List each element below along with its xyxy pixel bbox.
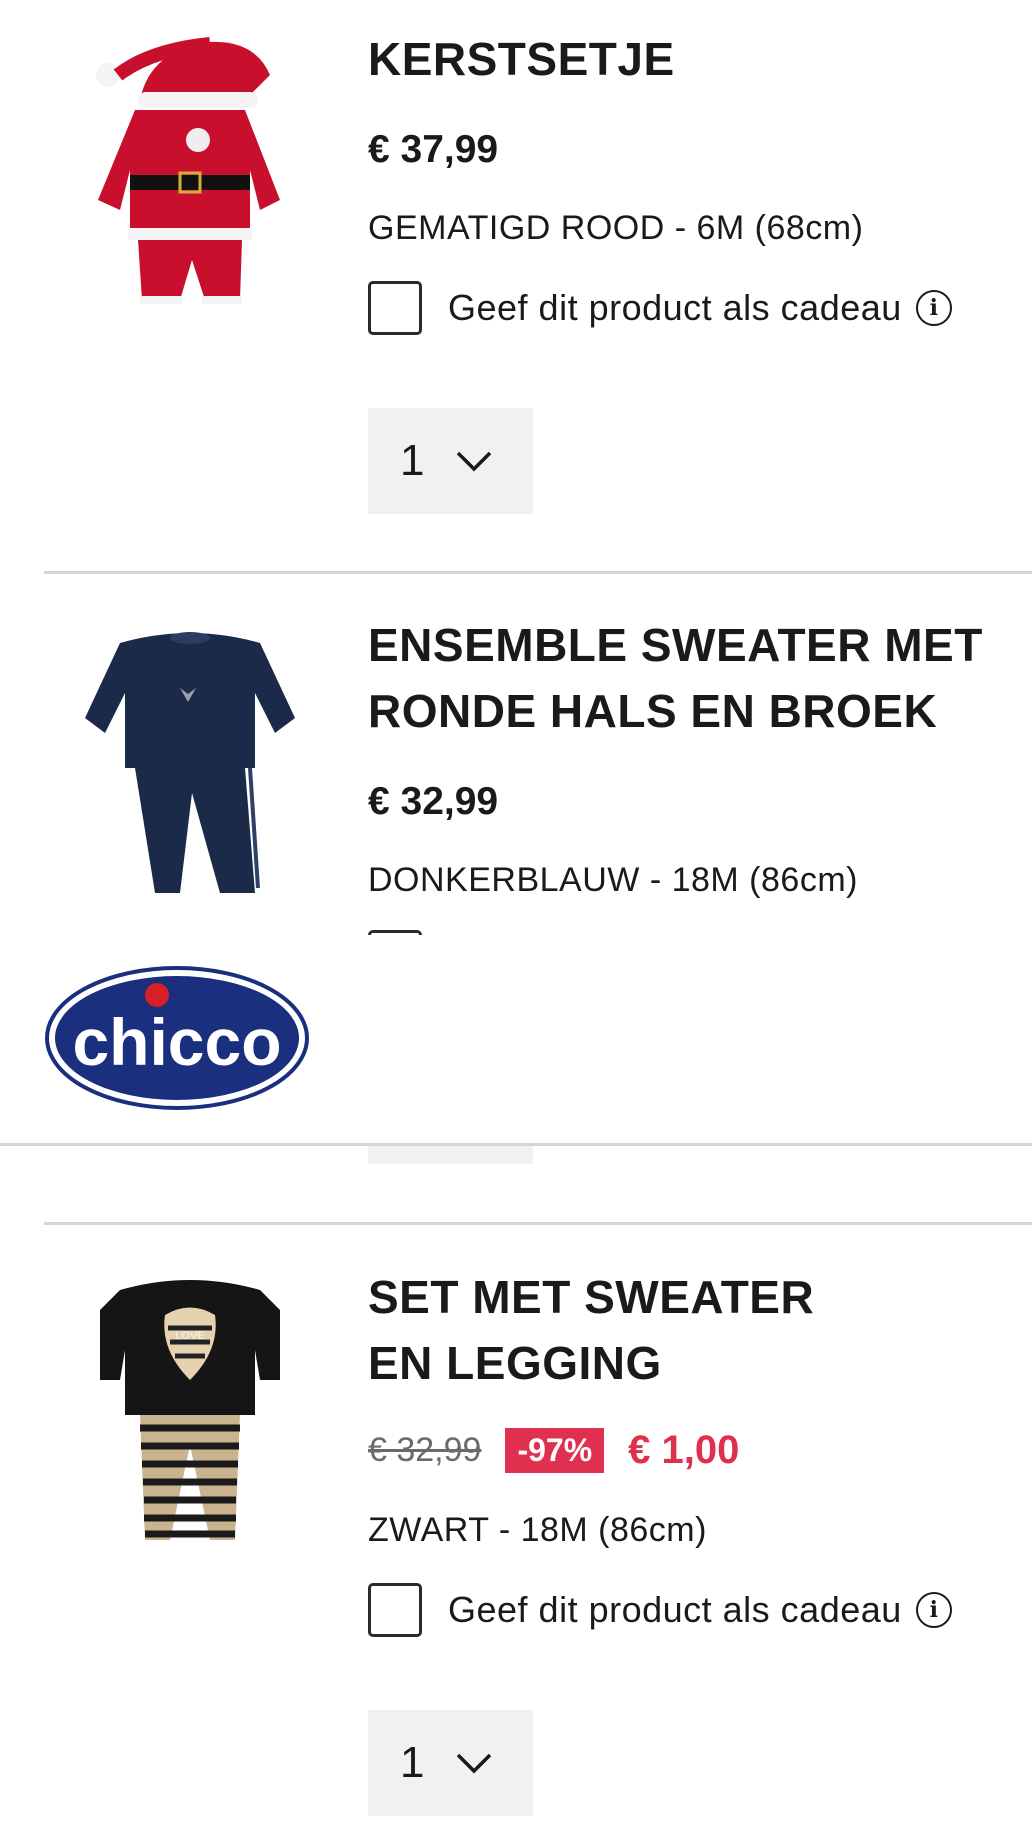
divider — [44, 571, 1032, 574]
product-variant: ZWART - 18M (86cm) — [368, 1511, 707, 1549]
chevron-down-icon — [457, 451, 492, 472]
price-block: € 32,99 -97% € 1,00 — [368, 1428, 739, 1473]
gift-label[interactable]: Geef dit product als cadeau — [448, 1589, 902, 1631]
old-price: € 32,99 — [368, 1431, 482, 1469]
svg-text:LOVE: LOVE — [175, 1330, 204, 1342]
gift-label[interactable]: Geef dit product als cadeau — [448, 287, 902, 329]
product-title[interactable]: SET MET SWEATER EN LEGGING — [368, 1264, 892, 1396]
info-icon[interactable]: i — [915, 1592, 952, 1628]
product-price: € 32,99 — [368, 780, 499, 823]
quantity-select[interactable]: 1 — [368, 1710, 533, 1816]
gift-checkbox[interactable] — [368, 1583, 422, 1637]
quantity-select[interactable]: 1 — [368, 408, 533, 514]
gift-option: Geef dit product als cadeau i — [368, 1583, 952, 1637]
product-title[interactable]: KERSTSETJE — [368, 26, 1032, 92]
chevron-down-icon — [457, 1753, 492, 1774]
black-sweater-legging-set-image[interactable]: LOVE — [80, 1270, 300, 1560]
discount-badge: -97% — [505, 1428, 605, 1473]
chicco-logo: chicco — [44, 965, 310, 1111]
divider — [0, 1143, 1032, 1146]
svg-text:chicco: chicco — [72, 1005, 281, 1079]
info-icon[interactable]: i — [915, 290, 952, 326]
product-price: € 37,99 — [368, 128, 499, 171]
product-variant: GEMATIGD ROOD - 6M (68cm) — [368, 209, 864, 247]
santa-outfit-image[interactable] — [80, 30, 300, 320]
product-title[interactable]: ENSEMBLE SWEATER MET RONDE HALS EN BROEK — [368, 612, 1032, 744]
brand-overlay: chicco — [0, 935, 1032, 1146]
divider — [44, 1222, 1032, 1225]
gift-option: Geef dit product als cadeau i — [368, 281, 952, 335]
quantity-value: 1 — [400, 1738, 425, 1787]
gift-checkbox[interactable] — [368, 281, 422, 335]
quantity-value: 1 — [400, 436, 425, 485]
sale-price: € 1,00 — [628, 1428, 740, 1472]
product-variant: DONKERBLAUW - 18M (86cm) — [368, 861, 858, 899]
navy-sweater-set-image[interactable] — [80, 618, 300, 908]
